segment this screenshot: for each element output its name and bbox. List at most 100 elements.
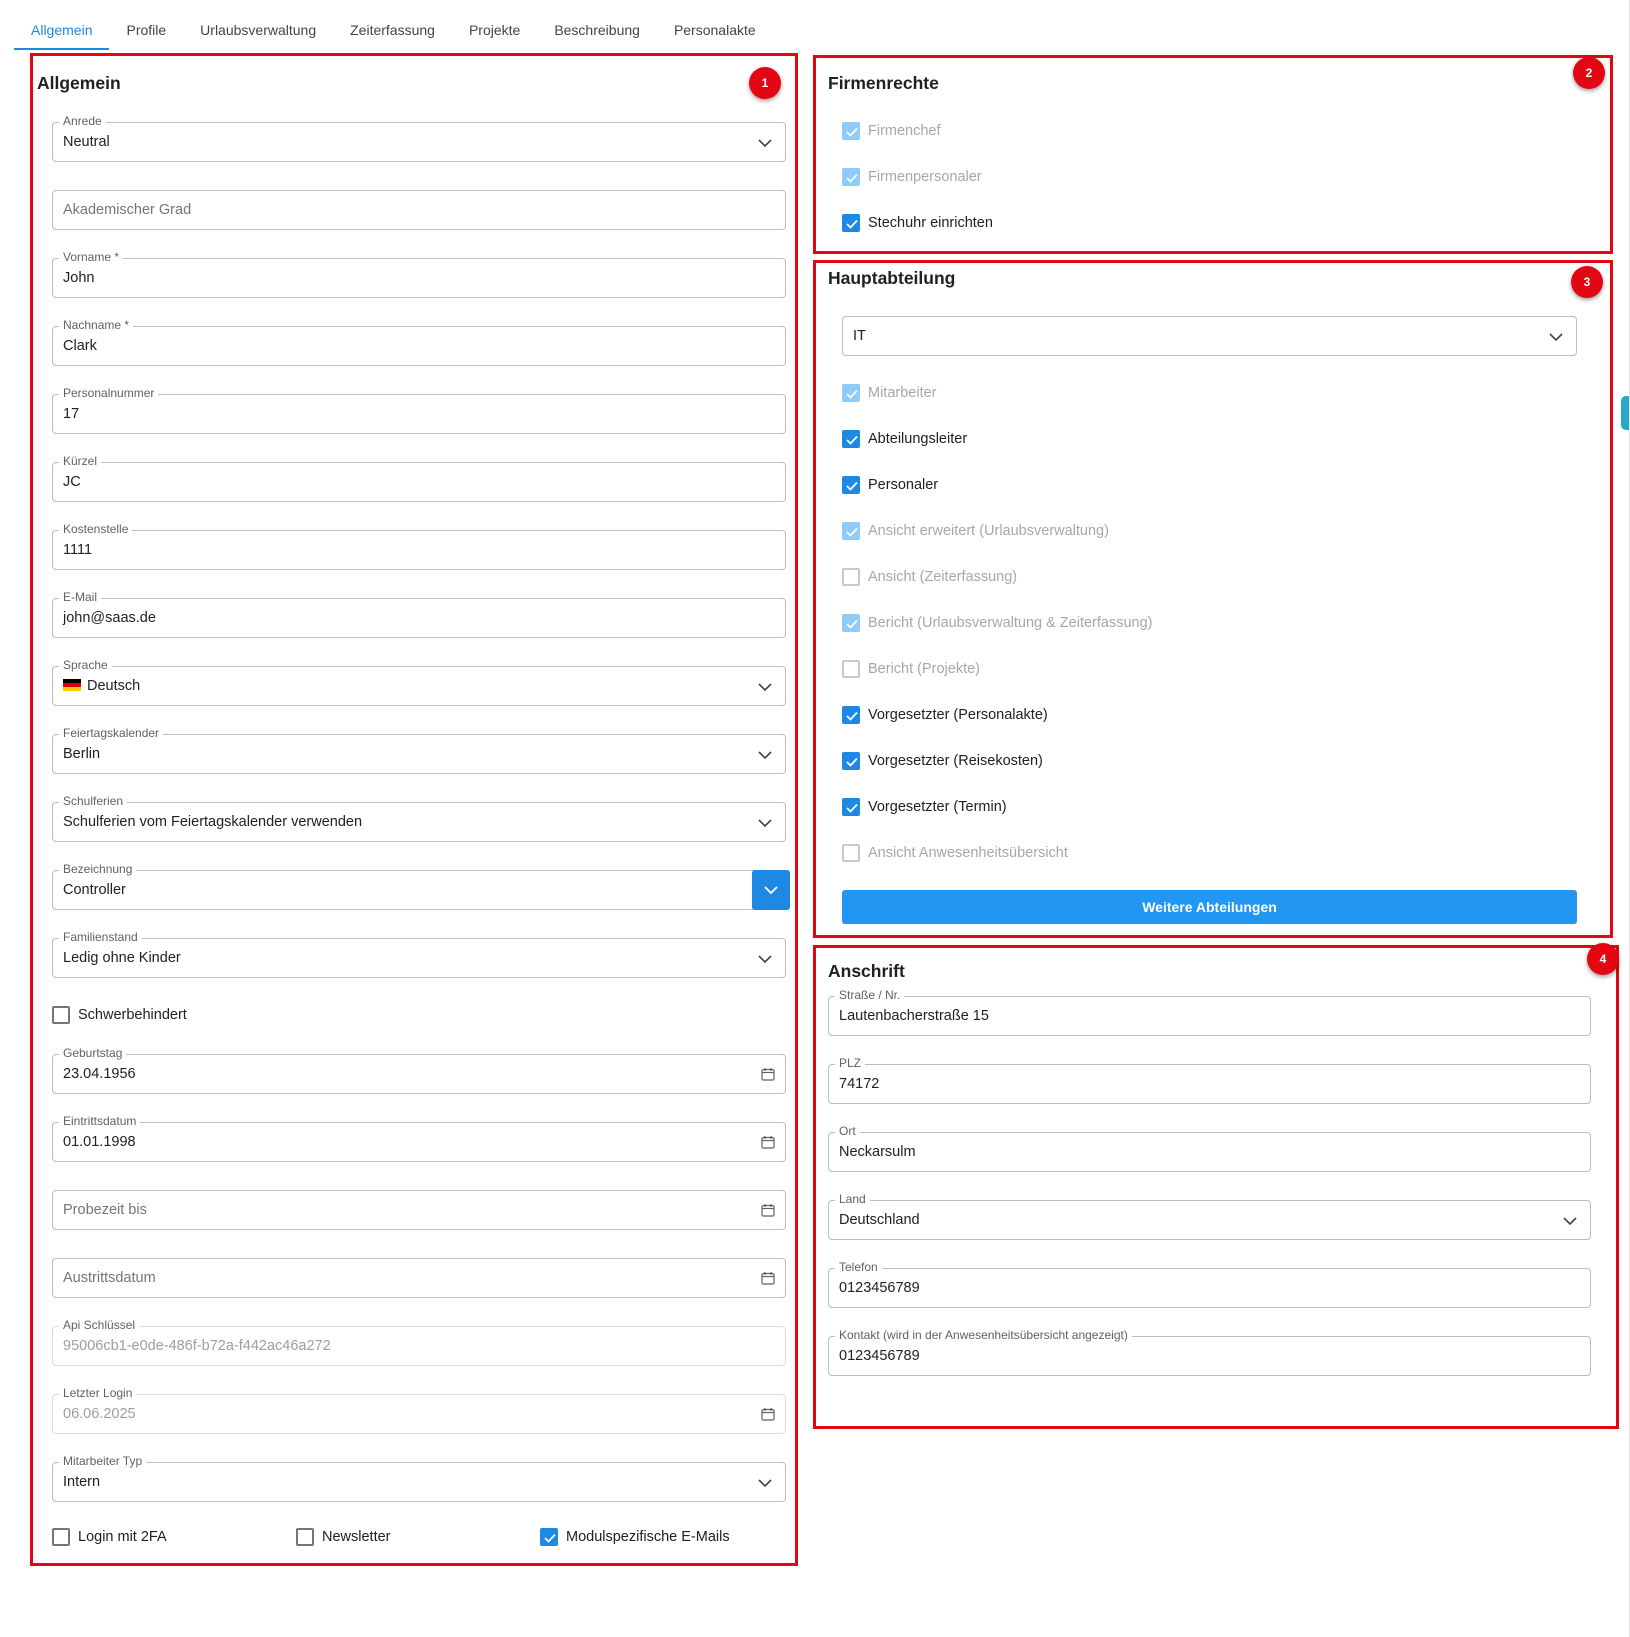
checkbox-box-checked xyxy=(842,798,860,816)
abteilungsleiter-checkbox[interactable]: Abteilungsleiter xyxy=(842,428,967,450)
schwerbehindert-label: Schwerbehindert xyxy=(78,1007,187,1023)
eintrittsdatum-input[interactable]: Eintrittsdatum 01.01.1998 xyxy=(52,1114,786,1162)
chevron-down-icon xyxy=(758,819,772,828)
bezeichnung-dropdown-button[interactable] xyxy=(752,870,790,910)
akademischer-grad-input[interactable]: Akademischer Grad xyxy=(52,190,786,230)
calendar-icon xyxy=(761,1408,775,1421)
tab-beschreibung[interactable]: Beschreibung xyxy=(537,10,657,50)
tab-urlaubsverwaltung[interactable]: Urlaubsverwaltung xyxy=(183,10,333,50)
badge-3: 3 xyxy=(1571,266,1603,298)
checkmark-icon xyxy=(846,389,858,399)
tab-zeiterfassung[interactable]: Zeiterfassung xyxy=(333,10,452,50)
chevron-down-icon xyxy=(758,139,772,148)
vorgesetzter-termin-checkbox[interactable]: Vorgesetzter (Termin) xyxy=(842,796,1007,818)
ansicht-erweitert-label: Ansicht erweitert (Urlaubsverwaltung) xyxy=(868,523,1109,539)
tab-personalakte[interactable]: Personalakte xyxy=(657,10,773,50)
abteilung-select[interactable]: IT xyxy=(842,316,1577,356)
checkmark-icon xyxy=(846,619,858,629)
section-title-firmenrechte: Firmenrechte xyxy=(828,73,939,93)
badge-4: 4 xyxy=(1587,943,1619,975)
vorgesetzter-personalakte-checkbox[interactable]: Vorgesetzter (Personalakte) xyxy=(842,704,1048,726)
checkbox-box-checked xyxy=(842,430,860,448)
api-key-field: Api Schlüssel 95006cb1-e0de-486f-b72a-f4… xyxy=(52,1318,786,1366)
checkbox-box xyxy=(52,1006,70,1024)
nachname-input[interactable]: Nachname * Clark xyxy=(52,318,786,366)
strasse-input[interactable]: Straße / Nr. Lautenbacherstraße 15 xyxy=(828,988,1591,1036)
weitere-abteilungen-button[interactable]: Weitere Abteilungen xyxy=(842,890,1577,924)
tab-projekte[interactable]: Projekte xyxy=(452,10,537,50)
probezeit-input[interactable]: Probezeit bis xyxy=(52,1190,786,1230)
chevron-down-icon xyxy=(758,751,772,760)
calendar-icon[interactable] xyxy=(761,1135,775,1149)
ort-value: Neckarsulm xyxy=(839,1144,916,1160)
familienstand-select[interactable]: Familienstand Ledig ohne Kinder xyxy=(52,930,786,978)
personaler-checkbox[interactable]: Personaler xyxy=(842,474,938,496)
schwerbehindert-checkbox[interactable]: Schwerbehindert xyxy=(52,1004,187,1026)
checkbox-box-checked xyxy=(842,384,860,402)
calendar-icon[interactable] xyxy=(761,1203,775,1217)
bezeichnung-select[interactable]: Bezeichnung Controller xyxy=(52,862,790,910)
abteilung-value: IT xyxy=(853,328,866,344)
telefon-value: 0123456789 xyxy=(839,1280,920,1296)
ansicht-zeiterfassung-label: Ansicht (Zeiterfassung) xyxy=(868,569,1018,585)
tab-bar: Allgemein Profile Urlaubsverwaltung Zeit… xyxy=(14,10,773,50)
checkbox-box-checked xyxy=(842,614,860,632)
api-key-value: 95006cb1-e0de-486f-b72a-f442ac46a272 xyxy=(63,1338,331,1354)
ansicht-anwesenheit-checkbox: Ansicht Anwesenheitsübersicht xyxy=(842,842,1068,864)
calendar-icon[interactable] xyxy=(761,1067,775,1081)
vorname-input[interactable]: Vorname * John xyxy=(52,250,786,298)
kontakt-input[interactable]: Kontakt (wird in der Anwesenheitsübersic… xyxy=(828,1328,1591,1376)
firmenpersonaler-label: Firmenpersonaler xyxy=(868,169,982,185)
mitarbeiter-typ-select[interactable]: Mitarbeiter Typ Intern xyxy=(52,1454,786,1502)
vorname-value: John xyxy=(63,270,95,286)
badge-1: 1 xyxy=(749,67,781,99)
geburtstag-input[interactable]: Geburtstag 23.04.1956 xyxy=(52,1046,786,1094)
schulferien-select[interactable]: Schulferien Schulferien vom Feiertagskal… xyxy=(52,794,786,842)
checkbox-box-checked xyxy=(842,522,860,540)
checkbox-box-checked xyxy=(842,476,860,494)
email-input[interactable]: E-Mail john@saas.de xyxy=(52,590,786,638)
kuerzel-input[interactable]: Kürzel JC xyxy=(52,454,786,502)
ort-input[interactable]: Ort Neckarsulm xyxy=(828,1124,1591,1172)
checkmark-icon xyxy=(846,711,858,721)
checkbox-box-checked xyxy=(842,752,860,770)
personaler-label: Personaler xyxy=(868,477,939,493)
feiertagskalender-value: Berlin xyxy=(63,746,101,762)
calendar-icon[interactable] xyxy=(761,1271,775,1285)
section-title-anschrift: Anschrift xyxy=(828,961,905,981)
telefon-input[interactable]: Telefon 0123456789 xyxy=(828,1260,1591,1308)
firmenpersonaler-checkbox: Firmenpersonaler xyxy=(842,166,982,188)
highlight-box-hauptabteilung xyxy=(813,260,1613,938)
checkbox-box-checked xyxy=(842,706,860,724)
tab-allgemein[interactable]: Allgemein xyxy=(14,10,110,50)
sprache-value-wrap: Deutsch xyxy=(63,667,140,705)
mitarbeiter-label: Mitarbeiter xyxy=(868,385,937,401)
letzter-login-value: 06.06.2025 xyxy=(63,1406,136,1422)
chevron-down-icon xyxy=(1549,333,1563,342)
feiertagskalender-select[interactable]: Feiertagskalender Berlin xyxy=(52,726,786,774)
modulspezifische-emails-checkbox[interactable]: Modulspezifische E-Mails xyxy=(540,1526,730,1548)
ansicht-zeiterfassung-checkbox: Ansicht (Zeiterfassung) xyxy=(842,566,1017,588)
vorgesetzter-reisekosten-checkbox[interactable]: Vorgesetzter (Reisekosten) xyxy=(842,750,1043,772)
bericht-projekte-label: Bericht (Projekte) xyxy=(868,661,981,677)
kostenstelle-input[interactable]: Kostenstelle 1111 xyxy=(52,522,786,570)
chevron-down-icon xyxy=(764,886,778,895)
akademischer-grad-placeholder: Akademischer Grad xyxy=(63,202,192,218)
newsletter-checkbox[interactable]: Newsletter xyxy=(296,1526,391,1548)
personalnummer-input[interactable]: Personalnummer 17 xyxy=(52,386,786,434)
anrede-select[interactable]: Anrede Neutral xyxy=(52,114,786,162)
stechuhr-label: Stechuhr einrichten xyxy=(868,215,993,231)
kontakt-value: 0123456789 xyxy=(839,1348,920,1364)
stechuhr-checkbox[interactable]: Stechuhr einrichten xyxy=(842,212,993,234)
bericht-urlaub-zeit-checkbox: Bericht (Urlaubsverwaltung & Zeiterfassu… xyxy=(842,612,1152,634)
strasse-value: Lautenbacherstraße 15 xyxy=(839,1008,989,1024)
checkbox-box xyxy=(842,568,860,586)
tab-profile[interactable]: Profile xyxy=(109,10,183,50)
bericht-urlaub-zeit-label: Bericht (Urlaubsverwaltung & Zeiterfassu… xyxy=(868,615,1153,631)
land-select[interactable]: Land Deutschland xyxy=(828,1192,1591,1240)
login-2fa-checkbox[interactable]: Login mit 2FA xyxy=(52,1526,167,1548)
austrittsdatum-input[interactable]: Austrittsdatum xyxy=(52,1258,786,1298)
plz-input[interactable]: PLZ 74172 xyxy=(828,1056,1591,1104)
sprache-select[interactable]: Sprache Deutsch xyxy=(52,658,786,706)
checkmark-icon xyxy=(846,173,858,183)
